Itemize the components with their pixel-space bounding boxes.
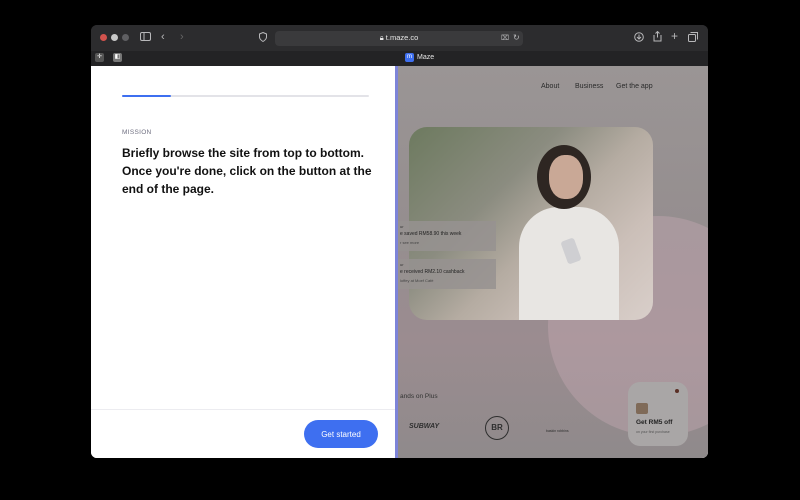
mission-panel: MISSION Briefly browse the site from top… [91, 66, 395, 458]
nav-get-the-app[interactable]: Get the app [616, 83, 653, 90]
promo-card[interactable]: Get RM5 off on your first purchase [628, 382, 688, 446]
window-zoom-button[interactable] [122, 34, 129, 41]
shopping-bag-icon [636, 403, 648, 414]
pinned-tab-icon[interactable]: ✛ [95, 53, 104, 62]
window-close-button[interactable] [100, 34, 107, 41]
promo-subtitle: on your first purchase [636, 430, 670, 434]
progress-bar [122, 95, 369, 97]
back-icon[interactable]: ‹ [161, 31, 165, 43]
shield-icon[interactable] [259, 31, 267, 45]
notification-card: ur e saved RM58.90 this week r see more [398, 221, 496, 251]
tab-overview-icon[interactable] [688, 32, 698, 45]
progress-fill [122, 95, 172, 97]
nav-business[interactable]: Business [575, 83, 603, 90]
tab-bar: ✛ ◧ m Maze [91, 51, 708, 67]
lock-icon: 🔒︎ [379, 33, 384, 42]
page-content: MISSION Briefly browse the site from top… [91, 66, 708, 458]
window-minimize-button[interactable] [111, 34, 118, 41]
browser-window: ‹ › 🔒︎ t.maze.co ⌧ ↻ + ✛ ◧ m Maze MISSIO… [91, 25, 708, 458]
notification-dot [675, 389, 679, 393]
translate-icon[interactable]: ⌧ [501, 33, 509, 45]
nav-about[interactable]: About [541, 83, 559, 90]
download-icon[interactable] [634, 32, 644, 45]
url-text: t.maze.co [385, 33, 419, 42]
address-bar[interactable]: 🔒︎ t.maze.co ⌧ ↻ [275, 31, 523, 46]
brand-logo-text: baskin robbins [546, 429, 569, 433]
panel-footer-divider [91, 409, 395, 410]
mission-label: MISSION [122, 129, 152, 136]
pinned-tab-icon[interactable]: ◧ [113, 53, 122, 62]
get-started-button[interactable]: Get started [304, 420, 378, 448]
maze-favicon-icon: m [405, 53, 414, 62]
tab-maze[interactable]: Maze [417, 54, 434, 61]
brand-logo-subway: SUBWAY [409, 423, 440, 430]
brands-heading: ands on Plus [400, 393, 438, 400]
browser-titlebar: ‹ › 🔒︎ t.maze.co ⌧ ↻ + [91, 25, 708, 51]
sidebar-toggle-icon[interactable] [140, 32, 151, 44]
new-tab-icon[interactable]: + [671, 30, 678, 42]
brand-logo-baskin-robbins: BR [485, 416, 509, 440]
forward-icon[interactable]: › [180, 31, 184, 43]
website-preview: About Business Get the app ur e saved RM… [398, 66, 708, 458]
share-icon[interactable] [653, 30, 662, 45]
promo-title: Get RM5 off [636, 419, 673, 426]
notification-card: ur e received RM2.10 cashback loffey at … [398, 259, 496, 289]
reload-icon[interactable]: ↻ [513, 32, 520, 44]
mission-text: Briefly browse the site from top to bott… [122, 146, 372, 196]
